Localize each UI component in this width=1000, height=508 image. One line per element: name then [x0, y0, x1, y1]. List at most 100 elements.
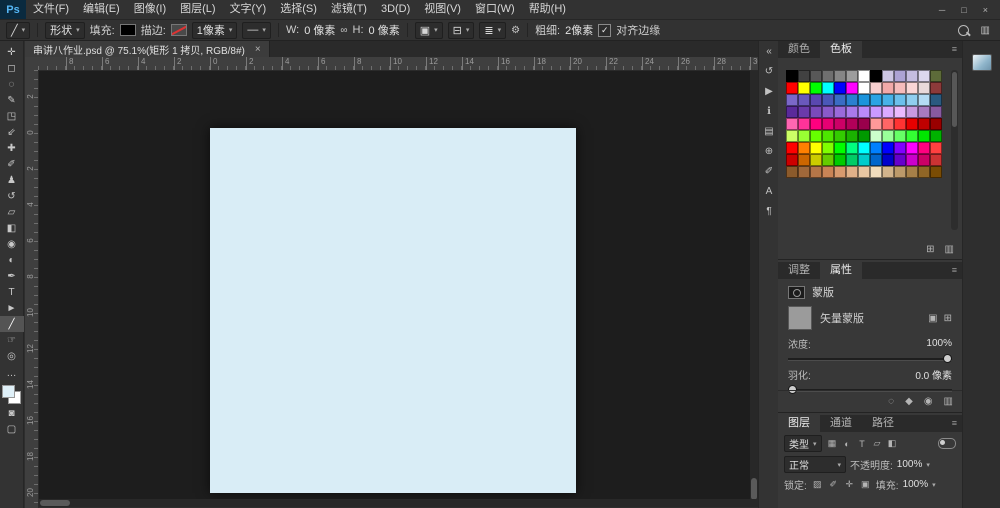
color-swatch[interactable]: [870, 94, 882, 106]
color-swatch[interactable]: [906, 130, 918, 142]
swatches-scrollbar[interactable]: [951, 70, 958, 230]
color-swatch[interactable]: [846, 94, 858, 106]
document-tab[interactable]: 串讲八作业.psd @ 75.1%(矩形 1 拷贝, RGB/8#) ×: [25, 41, 270, 57]
dodge-tool[interactable]: ◐: [0, 252, 24, 268]
color-swatch[interactable]: [918, 118, 930, 130]
menu-item-8[interactable]: 视图(V): [417, 0, 468, 19]
color-swatch[interactable]: [870, 70, 882, 82]
color-swatch[interactable]: [918, 166, 930, 178]
color-swatch[interactable]: [822, 154, 834, 166]
horizontal-ruler[interactable]: 8642024681012141618202224262830: [38, 57, 758, 71]
color-swatch[interactable]: [858, 118, 870, 130]
panel-menu-icon[interactable]: ≡: [952, 415, 962, 432]
color-swatch[interactable]: [870, 82, 882, 94]
color-swatch[interactable]: [858, 94, 870, 106]
blur-tool[interactable]: ◉: [0, 236, 24, 252]
color-swatch[interactable]: [894, 118, 906, 130]
color-swatch[interactable]: [930, 118, 942, 130]
color-swatch[interactable]: [930, 70, 942, 82]
color-swatch[interactable]: [786, 82, 798, 94]
brush-settings-panel-icon[interactable]: ✐: [761, 165, 777, 178]
clone-source-panel-icon[interactable]: ⊕: [761, 145, 777, 158]
color-swatch[interactable]: [834, 130, 846, 142]
color-swatch[interactable]: [870, 130, 882, 142]
color-swatch[interactable]: [834, 94, 846, 106]
layer-comps-panel-icon[interactable]: ▤: [761, 125, 777, 138]
color-swatch[interactable]: [846, 106, 858, 118]
color-swatch[interactable]: [894, 94, 906, 106]
filter-pixel-icon[interactable]: ▦: [826, 438, 839, 450]
line-tool[interactable]: ╱: [0, 316, 24, 332]
color-swatch[interactable]: [870, 106, 882, 118]
color-swatch[interactable]: [882, 70, 894, 82]
menu-item-1[interactable]: 编辑(E): [76, 0, 127, 19]
color-swatch[interactable]: [882, 106, 894, 118]
scrollbar-thumb[interactable]: [751, 478, 757, 500]
stroke-color-swatch[interactable]: [171, 24, 187, 36]
history-brush-tool[interactable]: ↺: [0, 188, 24, 204]
color-swatch[interactable]: [786, 154, 798, 166]
color-swatch[interactable]: [786, 118, 798, 130]
history-panel-icon[interactable]: ↺: [761, 65, 777, 78]
color-swatch[interactable]: [846, 70, 858, 82]
color-swatch[interactable]: [798, 154, 810, 166]
paragraph-panel-icon[interactable]: ¶: [761, 205, 777, 218]
color-swatch[interactable]: [894, 82, 906, 94]
filter-smart-object-icon[interactable]: ◧: [886, 438, 899, 450]
clone-stamp-tool[interactable]: ♟: [0, 172, 24, 188]
color-swatch[interactable]: [810, 70, 822, 82]
color-swatch[interactable]: [810, 154, 822, 166]
color-swatch[interactable]: [906, 118, 918, 130]
color-swatch[interactable]: [798, 82, 810, 94]
path-alignment-button[interactable]: ⊟ ▾: [448, 22, 475, 39]
color-swatch[interactable]: [786, 166, 798, 178]
eraser-tool[interactable]: ▱: [0, 204, 24, 220]
color-swatch[interactable]: [870, 166, 882, 178]
mask-thumbnail[interactable]: [788, 306, 812, 330]
color-swatch[interactable]: [918, 94, 930, 106]
actions-panel-icon[interactable]: ▶: [761, 85, 777, 98]
menu-item-0[interactable]: 文件(F): [26, 0, 76, 19]
color-swatch[interactable]: [918, 106, 930, 118]
lasso-tool[interactable]: ◌: [0, 76, 24, 92]
color-swatch[interactable]: [798, 94, 810, 106]
fill-color-swatch[interactable]: [120, 24, 136, 36]
color-swatch[interactable]: [846, 130, 858, 142]
lock-image-icon[interactable]: ✐: [827, 479, 840, 491]
stroke-type-select[interactable]: — ▾: [242, 22, 271, 39]
tab-channels[interactable]: 通道: [820, 415, 862, 432]
color-swatch[interactable]: [834, 166, 846, 178]
panel-menu-icon[interactable]: ≡: [952, 262, 962, 279]
color-swatch[interactable]: [930, 166, 942, 178]
color-swatch[interactable]: [798, 142, 810, 154]
zoom-tool[interactable]: ◎: [0, 348, 24, 364]
lock-transparency-icon[interactable]: ▨: [811, 479, 824, 491]
vertical-ruler[interactable]: 202468101214161820: [25, 70, 39, 508]
color-swatch[interactable]: [822, 82, 834, 94]
color-swatch[interactable]: [894, 130, 906, 142]
marquee-tool[interactable]: ◻: [0, 60, 24, 76]
brush-tool[interactable]: ✐: [0, 156, 24, 172]
color-swatch[interactable]: [798, 106, 810, 118]
color-swatch[interactable]: [858, 70, 870, 82]
delete-mask-icon[interactable]: ▥: [944, 396, 953, 407]
pen-tool[interactable]: ✒: [0, 268, 24, 284]
tab-color[interactable]: 颜色: [778, 41, 820, 58]
color-swatch[interactable]: [846, 142, 858, 154]
canvas-area[interactable]: [38, 70, 750, 499]
libraries-panel-icon[interactable]: [972, 54, 992, 71]
character-panel-icon[interactable]: A: [761, 185, 777, 198]
filter-type-icon[interactable]: T: [856, 438, 869, 450]
lock-all-icon[interactable]: ▣: [859, 479, 872, 491]
color-swatch[interactable]: [846, 82, 858, 94]
color-swatch[interactable]: [786, 94, 798, 106]
height-value[interactable]: 0 像素: [369, 22, 400, 38]
color-swatch[interactable]: [882, 154, 894, 166]
menu-item-4[interactable]: 文字(Y): [223, 0, 274, 19]
color-swatch[interactable]: [870, 118, 882, 130]
horizontal-scrollbar[interactable]: [38, 499, 750, 507]
color-swatch[interactable]: [834, 118, 846, 130]
color-swatch[interactable]: [822, 70, 834, 82]
eyedropper-tool[interactable]: ⇙: [0, 124, 24, 140]
color-swatch[interactable]: [906, 142, 918, 154]
